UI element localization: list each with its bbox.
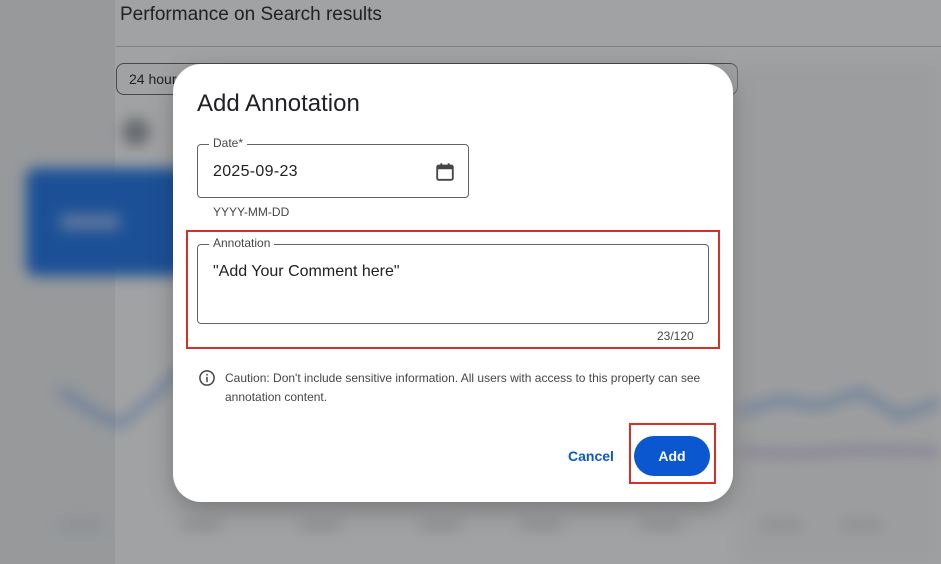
date-field-label: Date*: [209, 136, 248, 150]
date-input[interactable]: 2025-09-23: [213, 163, 298, 181]
add-button[interactable]: Add: [634, 436, 710, 476]
annotation-field[interactable]: Annotation "Add Your Comment here": [197, 236, 709, 324]
character-counter: 23/120: [657, 329, 694, 343]
calendar-icon[interactable]: [434, 161, 456, 183]
date-format-hint: YYYY-MM-DD: [213, 205, 290, 219]
annotation-input[interactable]: "Add Your Comment here": [213, 263, 400, 281]
date-field[interactable]: Date* 2025-09-23: [197, 136, 469, 198]
dialog-title: Add Annotation: [197, 90, 360, 117]
cancel-button[interactable]: Cancel: [559, 440, 623, 472]
info-icon: [199, 370, 215, 386]
add-annotation-dialog: Add Annotation Date* 2025-09-23 YYYY-MM-…: [173, 64, 733, 502]
caution-text: Caution: Don't include sensitive informa…: [225, 371, 701, 404]
annotation-field-label: Annotation: [209, 236, 275, 250]
